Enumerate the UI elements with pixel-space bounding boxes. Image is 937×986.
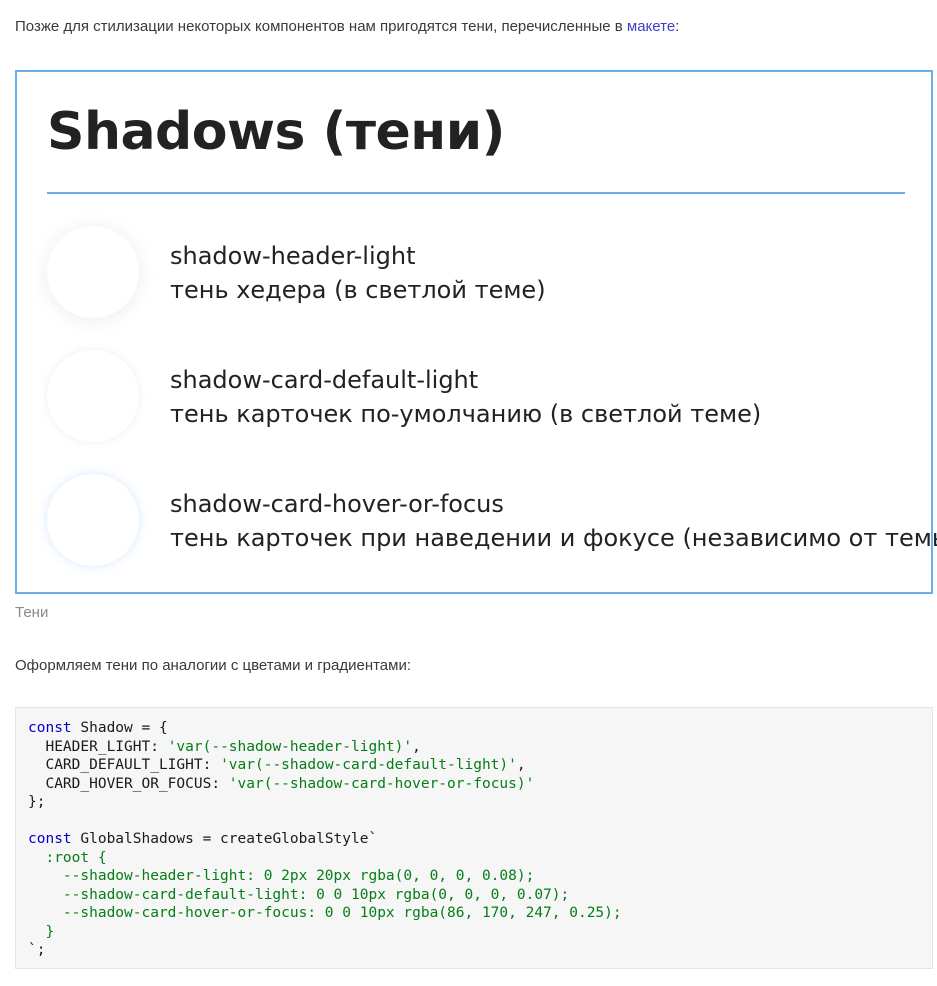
shadow-sample-circle <box>47 474 139 566</box>
figure-divider <box>47 192 905 194</box>
shadow-name: shadow-card-hover-or-focus <box>170 490 504 518</box>
intro-suffix: : <box>675 18 680 35</box>
code-line: --shadow-card-hover-or-focus: 0 0 10px r… <box>28 905 622 921</box>
figure-title: Shadows (тени) <box>47 102 505 162</box>
paragraph: Оформляем тени по аналогии с цветами и г… <box>15 657 412 674</box>
shadow-sample-circle <box>47 226 139 318</box>
shadow-description: тень карточек по-умолчанию (в светлой те… <box>170 400 762 428</box>
code-line: CARD_HOVER_OR_FOCUS: 'var(--shadow-card-… <box>28 775 535 792</box>
code-line: }; <box>28 794 46 810</box>
shadows-figure: Shadows (тени) shadow-header-light тень … <box>15 70 937 594</box>
code-line: const GlobalShadows = createGlobalStyle` <box>28 831 378 847</box>
figure-caption: Тени <box>15 604 49 621</box>
code-block[interactable]: const Shadow = { HEADER_LIGHT: 'var(--sh… <box>15 707 933 969</box>
code-line: CARD_DEFAULT_LIGHT: 'var(--shadow-card-d… <box>28 757 526 773</box>
intro-paragraph: Позже для стилизации некоторых компонент… <box>15 18 679 35</box>
shadow-item-card-default-light: shadow-card-default-light тень карточек … <box>47 350 907 446</box>
code-line: `; <box>28 942 46 958</box>
intro-text: Позже для стилизации некоторых компонент… <box>15 18 623 35</box>
code-line: HEADER_LIGHT: 'var(--shadow-header-light… <box>28 738 421 755</box>
shadow-sample-circle <box>47 350 139 442</box>
layout-link[interactable]: макете <box>627 18 675 35</box>
shadow-name: shadow-header-light <box>170 242 416 270</box>
shadow-name: shadow-card-default-light <box>170 366 479 394</box>
code-line: --shadow-header-light: 0 2px 20px rgba(0… <box>28 868 535 884</box>
shadow-description: тень карточек при наведении и фокусе (не… <box>170 524 937 552</box>
code-line: --shadow-card-default-light: 0 0 10px rg… <box>28 886 570 903</box>
shadow-description: тень хедера (в светлой теме) <box>170 276 546 304</box>
code-line: } <box>28 923 55 940</box>
shadow-item-card-hover-or-focus: shadow-card-hover-or-focus тень карточек… <box>47 474 937 570</box>
shadow-item-header-light: shadow-header-light тень хедера (в светл… <box>47 226 907 322</box>
code-line: :root { <box>28 849 107 866</box>
code-line: const Shadow = { <box>28 720 168 736</box>
